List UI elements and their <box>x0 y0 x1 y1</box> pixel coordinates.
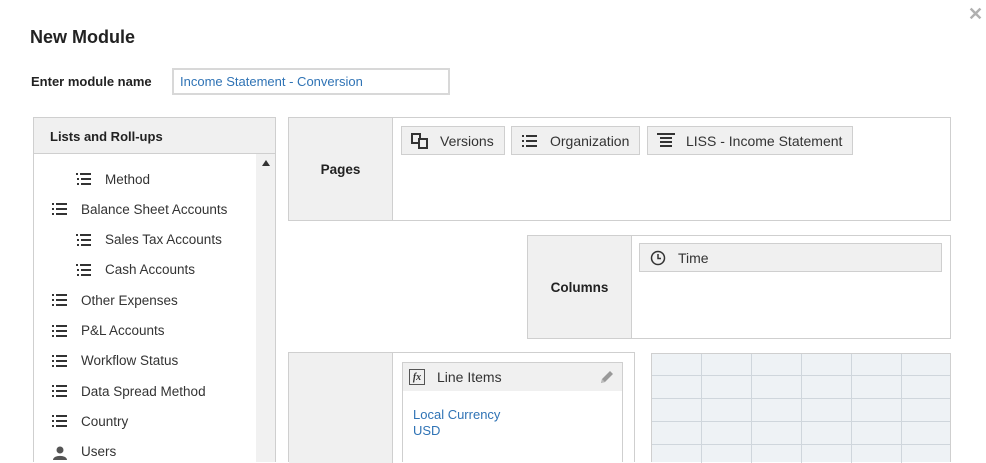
chip-label: Versions <box>440 132 494 149</box>
grid-line <box>652 398 950 399</box>
list-item-label: Users <box>81 444 117 460</box>
scroll-up-arrow-icon[interactable] <box>262 160 270 166</box>
hierarchy-list-icon <box>76 148 92 154</box>
list-item[interactable]: Workflow Status <box>52 349 178 373</box>
list-item-label: Method <box>105 171 151 187</box>
list-icon <box>52 385 68 398</box>
grid-line <box>801 354 802 463</box>
chip-label: Organization <box>550 132 630 149</box>
grid-line <box>701 354 702 463</box>
line-item-subset-icon <box>656 131 676 151</box>
lists-panel: Lists and Roll-ups Method Balance Sheet A… <box>33 117 276 462</box>
list-item-label: Balance Sheet Accounts <box>81 201 228 217</box>
user-icon <box>52 446 68 460</box>
hierarchy-list-icon <box>76 233 92 246</box>
chip-label: LISS - Income Statement <box>686 132 843 149</box>
list-item[interactable]: P&L Accounts <box>52 319 165 343</box>
list-icon <box>52 415 68 428</box>
pages-chip-liss-income-statement[interactable]: LISS - Income Statement <box>647 126 854 155</box>
line-item-value: USD <box>413 423 441 438</box>
list-item-label: P&L Accounts <box>81 323 165 338</box>
pages-chip-organization[interactable]: Organization <box>511 126 641 155</box>
module-name-input[interactable] <box>172 68 450 95</box>
lists-panel-header: Lists and Roll-ups <box>34 118 275 154</box>
chip-label: Time <box>678 249 709 266</box>
grid-line <box>652 444 950 445</box>
list-item-label: Sales Tax Accounts <box>105 232 222 248</box>
grid-line <box>652 421 950 422</box>
clock-icon <box>648 248 668 268</box>
columns-chip-time[interactable]: Time <box>639 243 942 272</box>
grid-line <box>901 354 902 463</box>
list-item-label: Other Expenses <box>81 292 178 308</box>
hierarchy-list-icon <box>76 173 92 185</box>
line-item-value: Local Currency <box>413 407 501 422</box>
list-icon <box>52 324 68 337</box>
rows-label <box>289 353 393 463</box>
preview-grid <box>651 353 951 463</box>
module-name-label: Enter module name <box>31 74 152 89</box>
grid-line <box>751 354 752 463</box>
grid-line <box>851 354 852 463</box>
list-item[interactable]: Sales Tax Accounts <box>76 228 222 252</box>
list-icon <box>52 354 68 367</box>
list-item[interactable]: Cash Accounts <box>76 258 195 282</box>
list-icon <box>52 203 68 216</box>
list-icon <box>52 294 68 307</box>
pages-chip-versions[interactable]: Versions <box>401 126 505 155</box>
fx-icon: fx <box>409 369 425 385</box>
grid-line <box>652 375 950 376</box>
list-icon <box>520 131 540 151</box>
list-item[interactable]: Other Expenses <box>52 288 178 312</box>
hierarchy-list-icon <box>76 263 92 276</box>
versions-icon <box>410 131 430 151</box>
lists-scrollbar[interactable] <box>256 154 275 462</box>
close-icon[interactable]: ✕ <box>968 4 983 25</box>
list-item[interactable]: Balance Sheet Accounts <box>52 197 227 221</box>
list-item[interactable]: Method <box>76 167 150 191</box>
list-item[interactable]: Country <box>52 409 128 433</box>
list-item-label: Cash Accounts <box>105 262 196 278</box>
line-items-title: Line Items <box>437 369 502 385</box>
list-item-label: Data Spread Method <box>81 383 206 399</box>
line-items-header: fx Line Items <box>403 363 622 391</box>
list-item-label: Country <box>81 413 129 429</box>
line-items-card[interactable]: fx Line Items Local Currency USD <box>402 362 623 462</box>
list-item-label: Workflow Status <box>81 353 179 369</box>
list-item[interactable]: Data Spread Method <box>52 379 206 403</box>
dialog-title: New Module <box>30 27 136 47</box>
pages-label: Pages <box>289 118 393 220</box>
pencil-edit-icon[interactable] <box>598 368 616 389</box>
columns-label: Columns <box>528 236 632 338</box>
list-item[interactable]: Users <box>52 440 116 462</box>
